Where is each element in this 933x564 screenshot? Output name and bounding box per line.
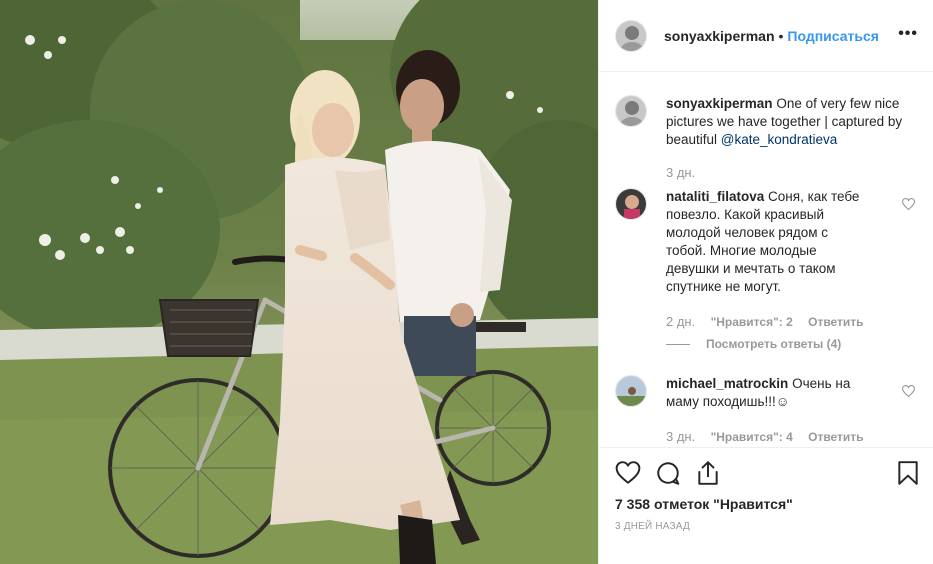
likes-count[interactable]: 7 358 отметок "Нравится" [615, 496, 793, 512]
comments-list[interactable]: sonyaxkiperman One of very few nice pict… [599, 73, 933, 445]
reply-button[interactable]: Ответить [808, 315, 863, 329]
comment-time[interactable]: 2 дн. [666, 314, 695, 329]
comment-time[interactable]: 3 дн. [666, 165, 695, 180]
comment-likes[interactable]: "Нравится": 2 [711, 315, 793, 329]
comment-body: michael_matrockin Очень на маму походишь… [666, 375, 871, 411]
more-options-icon[interactable]: ••• [898, 26, 918, 42]
action-bar [615, 460, 920, 488]
comment-body: nataliti_filatova Соня, как тебе повезло… [666, 188, 871, 296]
post-actions-section: 7 358 отметок "Нравится" 3 ДНЕЙ НАЗАД [599, 447, 933, 564]
comment-likes[interactable]: "Нравится": 4 [711, 430, 793, 444]
comment-item: michael_matrockin Очень на маму походишь… [615, 375, 925, 445]
view-replies-button[interactable]: Посмотреть ответы (4) [666, 337, 841, 351]
comment-icon[interactable] [655, 460, 681, 486]
comment-username[interactable]: nataliti_filatova [666, 189, 764, 204]
likes-number: 7 358 [615, 496, 651, 512]
caption-comment: sonyaxkiperman One of very few nice pict… [615, 95, 925, 180]
avatar[interactable] [615, 19, 647, 52]
avatar[interactable] [615, 95, 647, 127]
likes-label: отметок "Нравится" [654, 496, 793, 512]
heart-icon[interactable] [615, 460, 641, 486]
post-header: sonyaxkiperman • Подписаться ••• [599, 0, 933, 72]
mention-link[interactable]: @kate_kondratieva [721, 132, 838, 147]
comment-time[interactable]: 3 дн. [666, 429, 695, 444]
author-username[interactable]: sonyaxkiperman [664, 28, 775, 44]
share-icon[interactable] [695, 460, 721, 486]
post-sidebar: sonyaxkiperman • Подписаться ••• sonyaxk… [598, 0, 933, 564]
avatar[interactable] [615, 375, 647, 407]
comment-body: sonyaxkiperman One of very few nice pict… [666, 95, 906, 149]
comment-item: nataliti_filatova Соня, как тебе повезло… [615, 188, 925, 358]
comment-meta: 3 дн. [666, 165, 707, 180]
like-comment-heart-icon[interactable] [901, 385, 916, 400]
view-replies-label[interactable]: Посмотреть ответы (4) [706, 337, 841, 351]
bookmark-icon[interactable] [895, 460, 921, 486]
post-photo[interactable] [0, 0, 598, 564]
comment-meta: 2 дн. "Нравится": 2 Ответить [666, 314, 876, 329]
reply-button[interactable]: Ответить [808, 430, 863, 444]
comment-meta: 3 дн. "Нравится": 4 Ответить [666, 429, 876, 444]
comment-text: Соня, как тебе повезло. Какой красивый м… [666, 189, 860, 294]
follow-button[interactable]: Подписаться [787, 28, 879, 44]
like-comment-heart-icon[interactable] [901, 198, 916, 213]
replies-divider [666, 343, 690, 345]
post-date[interactable]: 3 ДНЕЙ НАЗАД [615, 521, 690, 532]
avatar[interactable] [615, 188, 647, 220]
comment-username[interactable]: michael_matrockin [666, 376, 788, 391]
comment-username[interactable]: sonyaxkiperman [666, 96, 773, 111]
separator-dot: • [778, 27, 784, 44]
